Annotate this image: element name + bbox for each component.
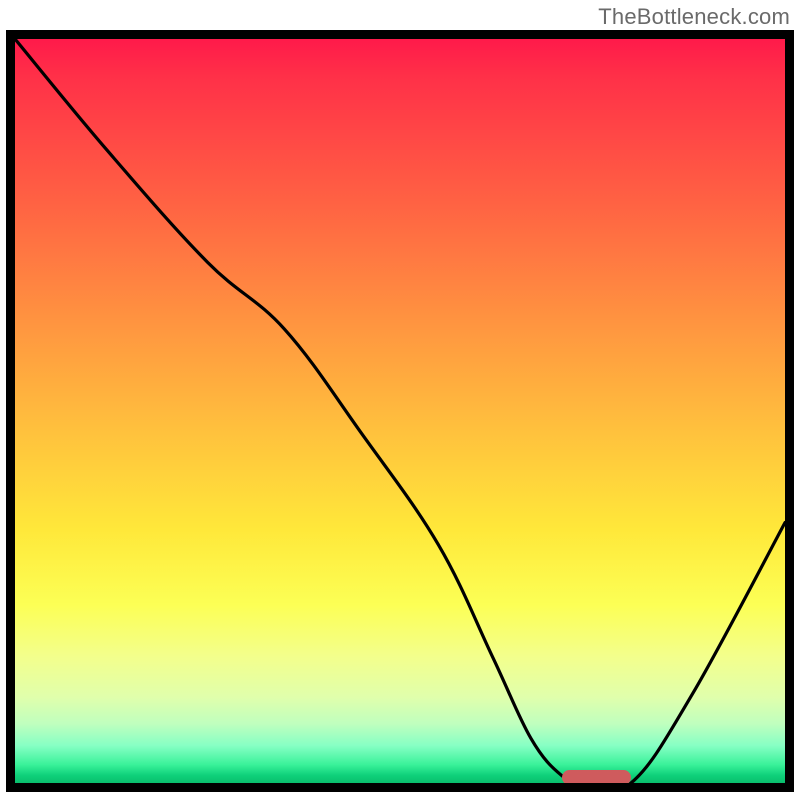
curve-path: [15, 39, 785, 783]
chart-frame: [6, 30, 794, 792]
bottleneck-curve: [15, 39, 785, 783]
optimal-range-marker: [562, 770, 631, 785]
watermark-text: TheBottleneck.com: [598, 4, 790, 30]
